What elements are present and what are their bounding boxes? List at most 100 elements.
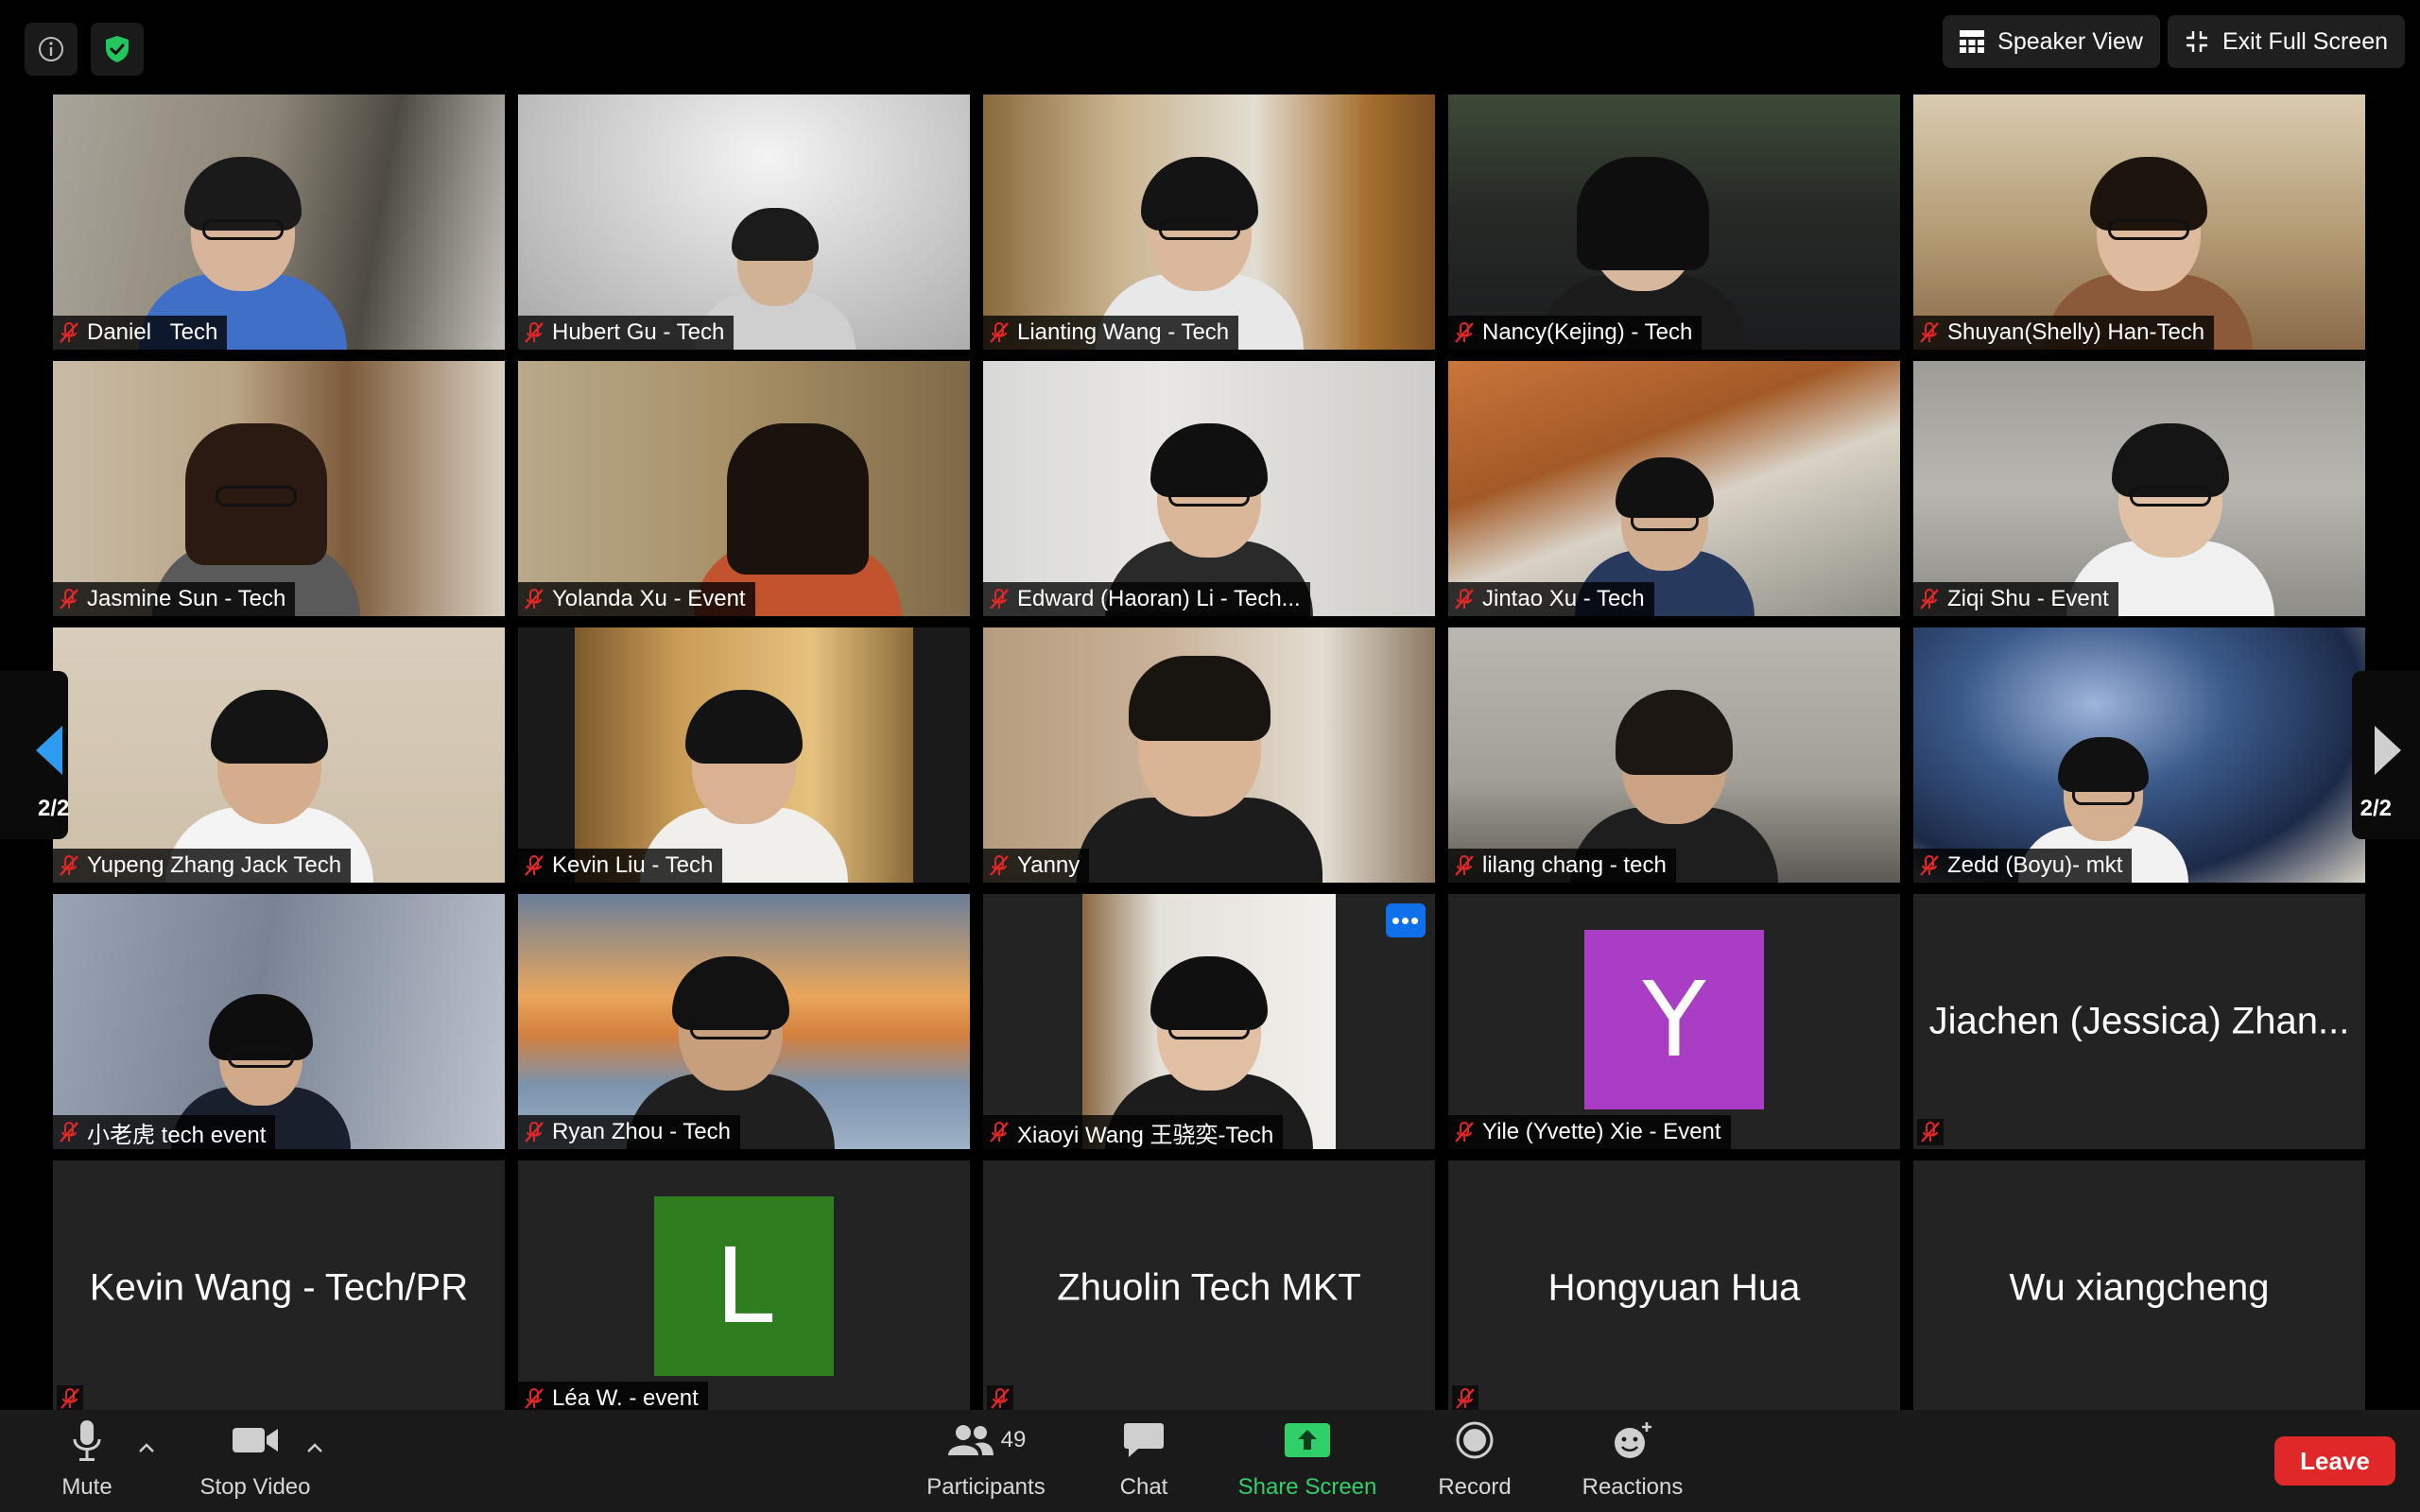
chat-label: Chat xyxy=(1119,1474,1168,1500)
participant-center-name: Kevin Wang - Tech/PR xyxy=(89,1266,469,1309)
reactions-label: Reactions xyxy=(1582,1474,1684,1500)
avatar-letter: L xyxy=(715,1226,773,1347)
mute-indicator xyxy=(57,1385,83,1412)
participant-name-tag: Ziqi Shu - Event xyxy=(1913,582,2118,616)
participant-tile[interactable]: Daniel Tech xyxy=(53,94,505,350)
participant-name-tag: Hubert Gu - Tech xyxy=(518,316,735,350)
mic-muted-icon xyxy=(60,1388,79,1409)
participant-name: Yolanda Xu - Event xyxy=(552,586,746,611)
mic-muted-icon xyxy=(60,1122,78,1143)
mic-muted-icon xyxy=(1921,1122,1940,1143)
exit-full-screen-button[interactable]: Exit Full Screen xyxy=(2167,15,2405,68)
participant-tile[interactable]: Ziqi Shu - Event xyxy=(1913,361,2365,616)
mic-muted-icon xyxy=(1456,1388,1475,1409)
reactions-icon xyxy=(1615,1422,1651,1458)
participants-icon xyxy=(947,1425,994,1455)
record-icon xyxy=(1456,1421,1494,1459)
participant-name: Yanny xyxy=(1017,852,1080,878)
share-screen-button[interactable]: Share Screen xyxy=(1229,1410,1386,1512)
audio-options-caret[interactable] xyxy=(138,1435,155,1459)
participant-tile[interactable]: Kevin Liu - Tech xyxy=(518,627,970,883)
stop-video-button[interactable]: Stop Video xyxy=(189,1410,321,1512)
participant-tile[interactable]: Shuyan(Shelly) Han-Tech xyxy=(1913,94,2365,350)
participant-name: Edward (Haoran) Li - Tech... xyxy=(1017,586,1301,611)
participant-avatar: L xyxy=(654,1196,834,1376)
participant-tile[interactable]: Y Yile (Yvette) Xie - Event xyxy=(1448,894,1900,1149)
participant-tile[interactable]: Zedd (Boyu)- mkt xyxy=(1913,627,2365,883)
participant-tile[interactable]: Yolanda Xu - Event xyxy=(518,361,970,616)
mute-indicator xyxy=(1452,1385,1478,1412)
participant-name-tag: Nancy(Kejing) - Tech xyxy=(1448,316,1703,350)
participant-name: Zedd (Boyu)- mkt xyxy=(1947,852,2123,878)
participant-tile[interactable]: Jintao Xu - Tech xyxy=(1448,361,1900,616)
participant-name-tag: Daniel Tech xyxy=(53,316,228,350)
participant-name-tag: 小老虎 tech event xyxy=(53,1115,276,1149)
participant-name-tag: Lianting Wang - Tech xyxy=(983,316,1239,350)
mic-muted-icon xyxy=(525,1388,544,1409)
mic-muted-icon xyxy=(990,855,1009,876)
participant-name: Xiaoyi Wang 王骁奕-Tech xyxy=(1017,1122,1274,1148)
participant-name: Daniel Tech xyxy=(87,319,218,345)
participant-center-name: Wu xiangcheng xyxy=(2009,1266,2270,1309)
participants-button[interactable]: 49 Participants xyxy=(915,1410,1057,1512)
participant-name: lilang chang - tech xyxy=(1482,852,1667,878)
chat-button[interactable]: Chat xyxy=(1106,1410,1182,1512)
speaker-view-label: Speaker View xyxy=(1997,27,2143,55)
chat-icon xyxy=(1124,1423,1164,1457)
mic-muted-icon xyxy=(990,322,1009,343)
encryption-button[interactable] xyxy=(91,23,144,76)
participant-name-tag: Yolanda Xu - Event xyxy=(518,582,755,616)
participant-tile[interactable]: L Léa W. - event xyxy=(518,1160,970,1416)
participant-name: Yile (Yvette) Xie - Event xyxy=(1482,1119,1721,1144)
video-options-caret[interactable] xyxy=(306,1435,323,1459)
mic-muted-icon xyxy=(1455,855,1474,876)
record-button[interactable]: Record xyxy=(1432,1410,1517,1512)
participant-tile[interactable]: Ryan Zhou - Tech xyxy=(518,894,970,1149)
mute-button[interactable]: Mute xyxy=(49,1410,125,1512)
mic-muted-icon xyxy=(1920,855,1939,876)
leave-button[interactable]: Leave xyxy=(2274,1436,2395,1486)
mute-indicator xyxy=(1917,1119,1944,1145)
more-options-button[interactable]: ••• xyxy=(1386,903,1426,937)
participant-tile[interactable]: Yupeng Zhang Jack Tech xyxy=(53,627,505,883)
reactions-button[interactable]: Reactions xyxy=(1571,1410,1694,1512)
speaker-view-button[interactable]: Speaker View xyxy=(1943,15,2160,68)
participant-tile[interactable]: Jasmine Sun - Tech xyxy=(53,361,505,616)
mic-muted-icon xyxy=(60,322,78,343)
meeting-toolbar: Mute Stop Video 49 Participants Chat Sha… xyxy=(0,1410,2420,1512)
exit-full-screen-icon xyxy=(2186,31,2207,52)
participant-tile[interactable]: Nancy(Kejing) - Tech xyxy=(1448,94,1900,350)
participant-name-tag: lilang chang - tech xyxy=(1448,849,1676,883)
mute-label: Mute xyxy=(61,1474,112,1500)
participant-tile[interactable]: Kevin Wang - Tech/PR xyxy=(53,1160,505,1416)
meeting-info-controls xyxy=(25,23,144,76)
participant-tile[interactable]: lilang chang - tech xyxy=(1448,627,1900,883)
participant-tile[interactable]: Jiachen (Jessica) Zhan... xyxy=(1913,894,2365,1149)
mic-muted-icon xyxy=(525,589,544,610)
participant-tile[interactable]: Hongyuan Hua xyxy=(1448,1160,1900,1416)
mic-muted-icon xyxy=(1455,1122,1474,1143)
participant-tile[interactable]: Wu xiangcheng xyxy=(1913,1160,2365,1416)
meeting-info-button[interactable] xyxy=(25,23,78,76)
participant-name: 小老虎 tech event xyxy=(87,1122,267,1148)
participant-tile[interactable]: Lianting Wang - Tech xyxy=(983,94,1435,350)
participant-name: Ziqi Shu - Event xyxy=(1947,586,2109,611)
participant-tile[interactable]: ••• Xiaoyi Wang 王骁奕-Tech xyxy=(983,894,1435,1149)
mic-muted-icon xyxy=(60,589,78,610)
participant-name: Nancy(Kejing) - Tech xyxy=(1482,319,1693,345)
page-indicator-right: 2/2 xyxy=(2360,796,2392,821)
participant-tile[interactable]: Yanny xyxy=(983,627,1435,883)
avatar-letter: Y xyxy=(1642,959,1706,1080)
participant-tile[interactable]: Zhuolin Tech MKT xyxy=(983,1160,1435,1416)
participant-tile[interactable]: Hubert Gu - Tech xyxy=(518,94,970,350)
participant-name: Léa W. - event xyxy=(552,1385,699,1411)
participant-tile[interactable]: Edward (Haoran) Li - Tech... xyxy=(983,361,1435,616)
participant-name-tag: Zedd (Boyu)- mkt xyxy=(1913,849,2133,883)
participant-name-tag: Yile (Yvette) Xie - Event xyxy=(1448,1115,1731,1149)
participants-label: Participants xyxy=(926,1474,1046,1500)
share-screen-icon xyxy=(1285,1423,1330,1457)
participant-tile[interactable]: 小老虎 tech event xyxy=(53,894,505,1149)
leave-label: Leave xyxy=(2300,1446,2370,1475)
shield-check-icon xyxy=(106,36,129,62)
participant-name: Kevin Liu - Tech xyxy=(552,852,714,878)
